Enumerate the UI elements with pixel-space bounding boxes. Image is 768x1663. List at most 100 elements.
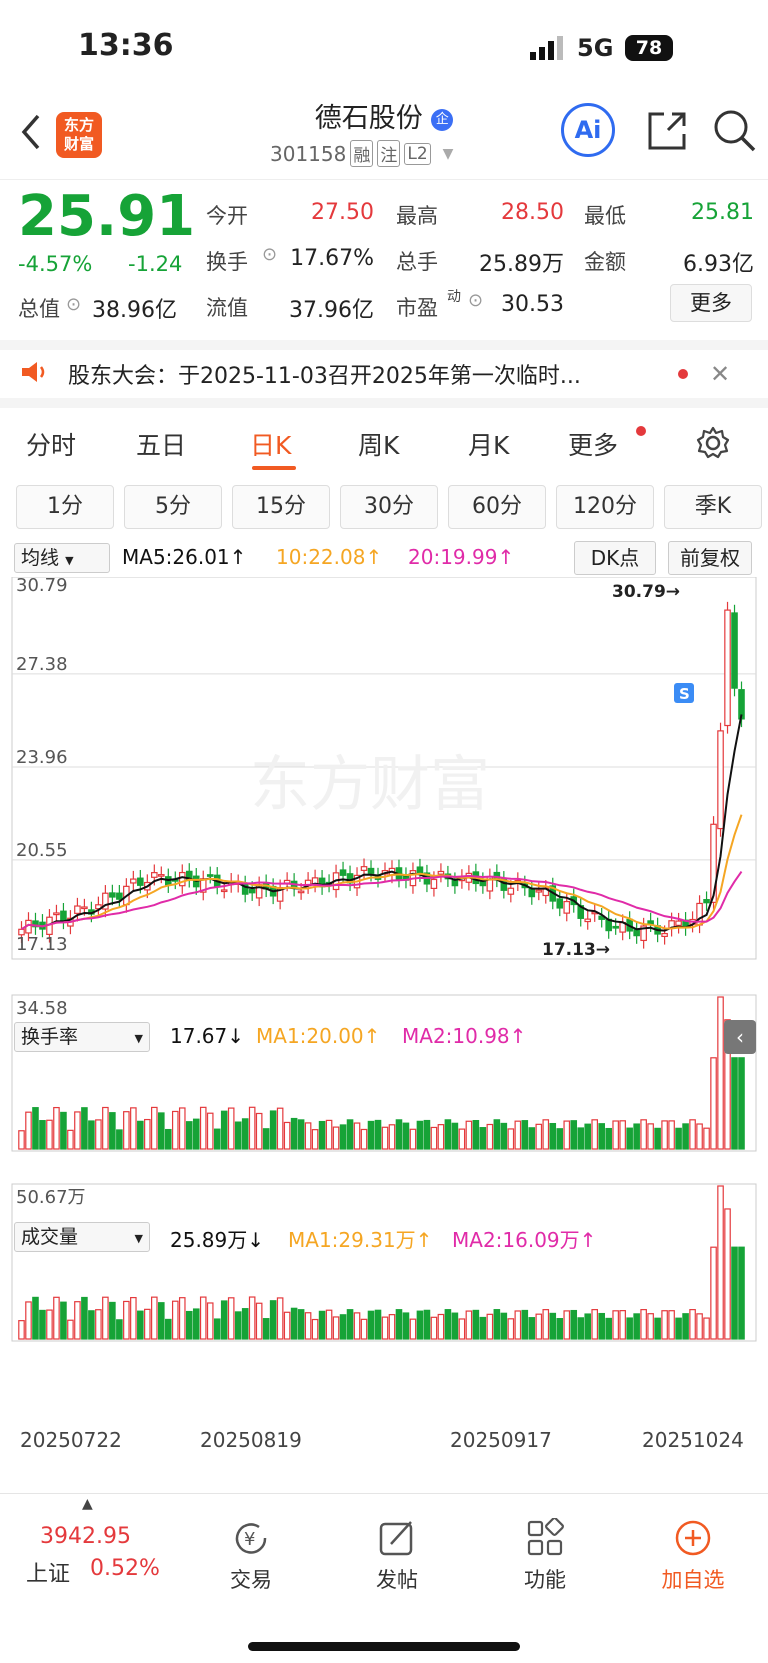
volume-current: 25.89万↓ xyxy=(170,1228,265,1252)
turnover-bar xyxy=(409,1128,417,1150)
volume-bar xyxy=(409,1318,417,1340)
change-percent: -4.57% xyxy=(18,252,93,276)
adjust-button[interactable]: 前复权 xyxy=(668,541,752,575)
turnover-bar xyxy=(395,1119,403,1150)
volume-bar xyxy=(137,1310,144,1340)
dk-point-button[interactable]: DK点 xyxy=(574,541,656,575)
index-value[interactable]: 3942.95 xyxy=(40,1524,131,1549)
period-30min[interactable]: 30分 xyxy=(340,485,438,529)
turnover-bar xyxy=(220,1110,228,1150)
turnover-bar xyxy=(269,1110,277,1150)
tab-five-day[interactable]: 五日 xyxy=(136,426,186,462)
turnover-bar xyxy=(549,1122,557,1150)
period-5min[interactable]: 5分 xyxy=(124,485,222,529)
volume-bar xyxy=(549,1312,557,1340)
add-watchlist-label: 加自选 xyxy=(661,1568,725,1592)
turnover-bar xyxy=(556,1128,564,1150)
volume-bar xyxy=(269,1300,277,1340)
period-60min[interactable]: 60分 xyxy=(448,485,546,529)
volume-bar xyxy=(640,1309,647,1340)
trade-button[interactable]: ¥ 交易 xyxy=(196,1494,306,1594)
volume-bar xyxy=(276,1297,284,1340)
period-quarter-k[interactable]: 季K xyxy=(664,485,762,529)
add-watchlist-button[interactable]: 加自选 xyxy=(638,1494,748,1594)
close-icon[interactable]: ✕ xyxy=(710,360,730,388)
volume-bar xyxy=(675,1317,682,1340)
post-button[interactable]: 发帖 xyxy=(342,1494,452,1594)
dropdown-icon[interactable]: ▼ xyxy=(443,146,454,162)
turnover-bar xyxy=(668,1120,675,1150)
volume-bar xyxy=(598,1312,605,1340)
turnover-bar xyxy=(374,1119,382,1150)
turnover-bar xyxy=(171,1110,179,1150)
info-icon[interactable]: ⊙ xyxy=(66,294,81,315)
max-price-label: 30.79→ xyxy=(612,582,680,602)
turnover-bar xyxy=(60,1111,67,1150)
search-icon[interactable] xyxy=(712,108,756,156)
ma10-label: 10:22.08↑ xyxy=(276,545,383,569)
volume-bar xyxy=(241,1308,249,1340)
turnover-bar xyxy=(339,1124,347,1150)
turnover-bar xyxy=(528,1127,536,1150)
volume-bar xyxy=(102,1296,109,1340)
volume-bar xyxy=(95,1309,102,1340)
period-1min[interactable]: 1分 xyxy=(16,485,114,529)
candle-body xyxy=(158,874,165,877)
candle-body xyxy=(437,870,445,875)
notice-bar[interactable]: 股东大会：于2025-11-03召开2025年第一次临时... ✕ xyxy=(0,340,768,408)
period-120min[interactable]: 120分 xyxy=(556,485,654,529)
turnover-bar xyxy=(18,1130,25,1150)
candle-body xyxy=(151,872,158,878)
settings-gear-icon[interactable] xyxy=(696,426,730,464)
volume-bar xyxy=(703,1317,710,1340)
ma-selector[interactable]: 均线 ▼ xyxy=(14,543,110,573)
volume-bar xyxy=(130,1296,137,1340)
volume-bar xyxy=(381,1316,389,1340)
turnover-bar xyxy=(102,1106,109,1150)
tab-daily-k[interactable]: 日K xyxy=(250,426,291,462)
bottom-bar: ▲ 3942.95 上证 0.52% ¥ 交易 发帖 功能 加自选 xyxy=(0,1493,768,1663)
turnover-bar xyxy=(262,1128,270,1150)
candle-body xyxy=(248,888,256,894)
turnover-bar xyxy=(283,1121,291,1150)
turnover-bar xyxy=(381,1126,389,1150)
ai-button[interactable]: Ai xyxy=(561,103,615,157)
turnover-bar xyxy=(290,1117,298,1150)
turnover-bar xyxy=(675,1127,682,1150)
period-15min[interactable]: 15分 xyxy=(232,485,330,529)
turnover-bar xyxy=(647,1123,654,1150)
volume-bar xyxy=(423,1309,431,1340)
volume-bar xyxy=(682,1313,689,1340)
function-button[interactable]: 功能 xyxy=(490,1494,600,1594)
volume-label: 总手 xyxy=(396,250,438,274)
volume-bar xyxy=(144,1308,151,1340)
turnover-bar xyxy=(514,1120,522,1150)
volume-bar xyxy=(563,1310,571,1340)
tab-more[interactable]: 更多 xyxy=(568,426,618,462)
ma10-line xyxy=(20,814,743,931)
pe-sup: 动 xyxy=(447,289,461,305)
tab-monthly-k[interactable]: 月K xyxy=(468,426,509,462)
more-button[interactable]: 更多 xyxy=(670,284,752,322)
tab-weekly-k[interactable]: 周K xyxy=(358,426,399,462)
last-price: 25.91 xyxy=(18,184,196,249)
change-amount: -1.24 xyxy=(128,252,183,276)
volume-selector[interactable]: 成交量 ▼ xyxy=(14,1222,150,1252)
collapse-arrow-icon[interactable]: ‹ xyxy=(724,1020,756,1054)
turnover-bar xyxy=(696,1123,703,1150)
turnover-bar xyxy=(234,1121,242,1150)
turnover-selector[interactable]: 换手率 ▼ xyxy=(14,1022,150,1052)
volume-bar xyxy=(647,1313,654,1340)
turnover-bar xyxy=(213,1128,221,1150)
watermark: 东方财富 xyxy=(250,750,490,820)
tab-intraday[interactable]: 分时 xyxy=(26,426,76,462)
share-icon[interactable] xyxy=(646,108,688,156)
volume-bar xyxy=(53,1296,60,1340)
expand-up-icon[interactable]: ▲ xyxy=(82,1496,93,1512)
volume-bar xyxy=(255,1302,263,1340)
volume-bar xyxy=(689,1309,696,1340)
volume-bar xyxy=(39,1309,46,1340)
turnover-bar xyxy=(500,1122,508,1150)
turnover-bar xyxy=(53,1106,60,1150)
turnover-bar xyxy=(144,1118,151,1150)
